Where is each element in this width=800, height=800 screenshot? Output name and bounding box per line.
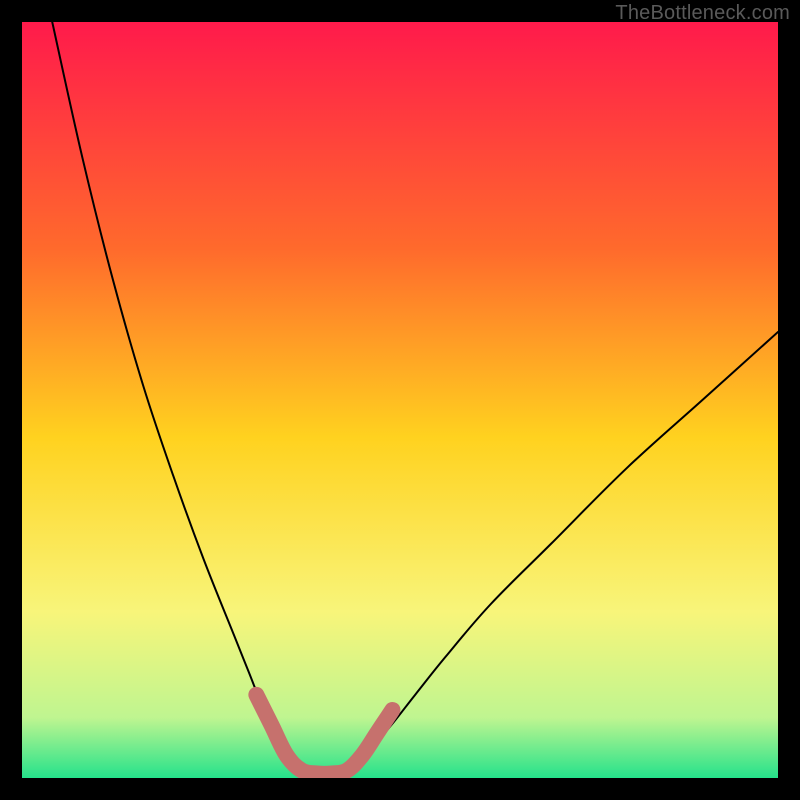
outer-frame: TheBottleneck.com <box>0 0 800 800</box>
chart-svg <box>22 22 778 778</box>
plot-area <box>22 22 778 778</box>
gradient-background <box>22 22 778 778</box>
watermark-text: TheBottleneck.com <box>615 2 790 25</box>
